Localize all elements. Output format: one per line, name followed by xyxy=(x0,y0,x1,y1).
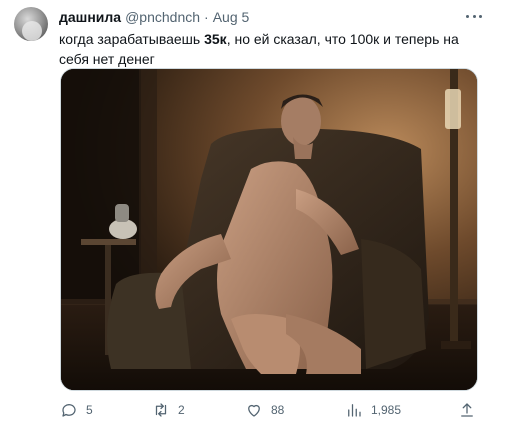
share-button[interactable] xyxy=(458,400,476,420)
tweet-text: когда зарабатываешь 35к, но ей сказал, ч… xyxy=(59,29,489,69)
more-icon[interactable] xyxy=(464,8,484,24)
reply-button[interactable]: 5 xyxy=(60,400,93,420)
share-icon xyxy=(461,403,473,417)
reply-icon xyxy=(62,404,76,417)
tweet-header: дашнила @pnchdnch · Aug 5 xyxy=(59,8,249,26)
tweet-date[interactable]: Aug 5 xyxy=(213,9,250,25)
views-count: 1,985 xyxy=(371,403,402,417)
media-scene xyxy=(61,69,477,390)
user-handle[interactable]: @pnchdnch xyxy=(125,9,200,25)
separator-dot: · xyxy=(204,9,209,25)
like-count: 88 xyxy=(271,403,285,417)
like-button[interactable]: 88 xyxy=(245,400,284,420)
views-button[interactable]: 1,985 xyxy=(345,400,401,420)
tweet-card[interactable]: дашнила @pnchdnch · Aug 5 когда зарабаты… xyxy=(0,0,510,428)
retweet-count: 2 xyxy=(178,403,185,417)
tweet-text-part1: когда зарабатываешь xyxy=(59,31,205,47)
action-bar: 5 2 88 1,985 xyxy=(60,400,478,420)
reply-count: 5 xyxy=(86,403,93,417)
retweet-icon xyxy=(155,403,167,417)
views-icon xyxy=(348,404,361,417)
avatar[interactable] xyxy=(14,7,48,41)
tweet-text-bold: 35к xyxy=(204,31,227,47)
tweet-media-image[interactable] xyxy=(60,68,478,391)
retweet-button[interactable]: 2 xyxy=(152,400,185,420)
heart-icon xyxy=(248,404,260,417)
display-name[interactable]: дашнила xyxy=(59,9,121,25)
